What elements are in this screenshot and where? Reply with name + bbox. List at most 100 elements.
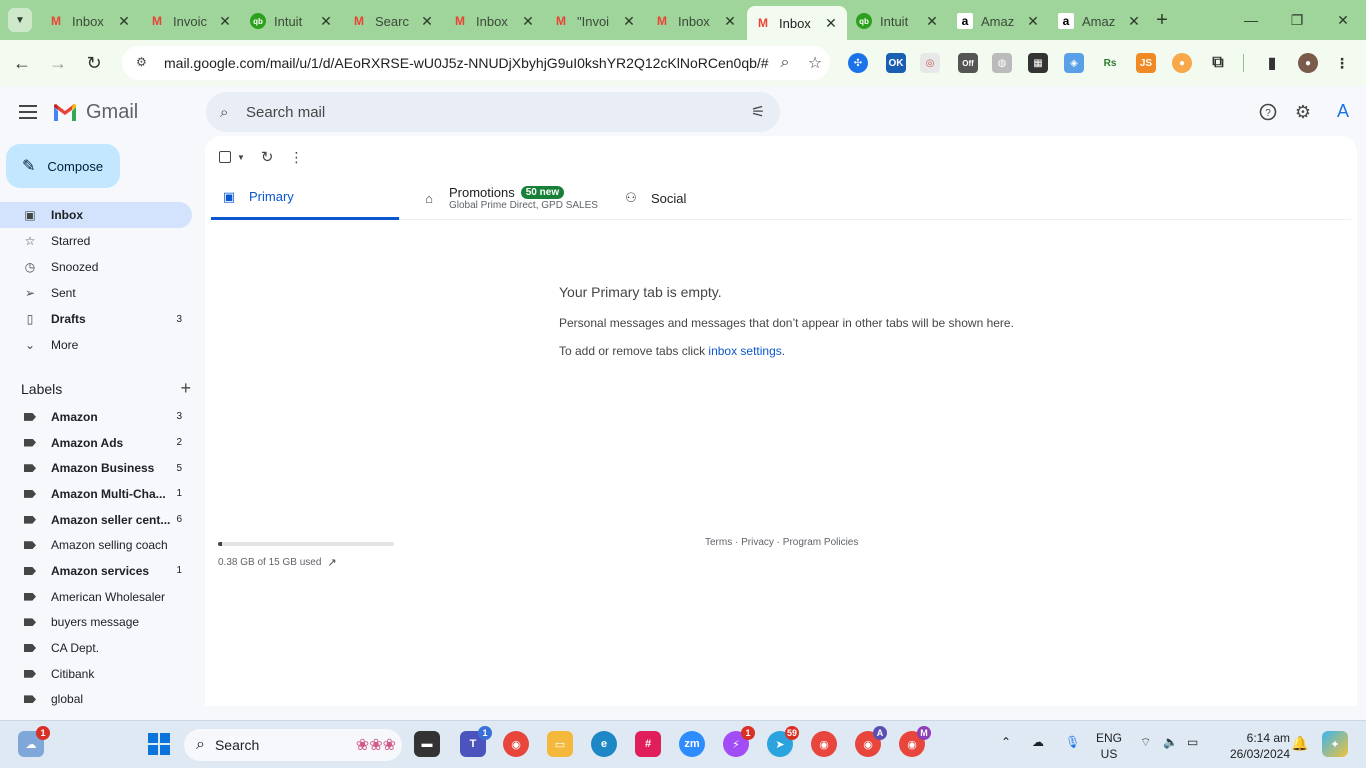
close-tab-icon[interactable]: ✕ [924, 13, 940, 30]
onedrive-icon[interactable]: ☁ [1032, 735, 1044, 749]
star-icon[interactable]: ☆ [800, 53, 830, 73]
clock[interactable]: 6:14 am 26/03/2024 [1216, 730, 1290, 762]
tab-primary[interactable]: ▣ Primary [211, 176, 399, 220]
label-item[interactable]: global [0, 687, 192, 713]
close-window-button[interactable]: ✕ [1320, 6, 1366, 34]
main-menu-icon[interactable] [16, 100, 40, 124]
close-tab-icon[interactable]: ✕ [722, 13, 738, 30]
site-info-icon[interactable]: ⚙ [136, 55, 152, 71]
copilot-icon[interactable]: ✦ [1322, 731, 1348, 757]
create-label-icon[interactable]: + [180, 378, 191, 399]
compose-button[interactable]: ✎ Compose [6, 144, 120, 188]
side-panel-icon[interactable]: ▮ [1262, 53, 1282, 73]
messenger-icon[interactable]: ⚡ 1 [723, 726, 755, 757]
tray-overflow-icon[interactable]: ⌃ [1001, 735, 1011, 749]
nav-item-sent[interactable]: ➢ Sent [0, 280, 192, 306]
browser-tab[interactable]: qb Intuit ✕ [848, 6, 948, 36]
label-item[interactable]: Amazon Business 5 [0, 455, 192, 481]
search-bar[interactable]: ⌕ ⚟ [206, 92, 780, 132]
extension-icon-1[interactable]: ✣ [848, 53, 868, 73]
start-button[interactable] [146, 731, 172, 757]
tab-search-button[interactable]: ▼ [8, 8, 32, 32]
search-options-icon[interactable]: ⚟ [736, 102, 780, 122]
extension-icon-3[interactable]: ◎ [920, 53, 940, 73]
open-external-icon[interactable]: ↗ [327, 556, 336, 569]
close-tab-icon[interactable]: ✕ [621, 13, 637, 30]
browser-tab[interactable]: M Searc ✕ [343, 6, 443, 36]
label-item[interactable]: Amazon Multi-Cha... 1 [0, 481, 192, 507]
chrome-profile-m-icon[interactable]: ◉ M [899, 726, 931, 757]
browser-tab[interactable]: M Inbox ✕ [40, 6, 140, 36]
file-explorer-icon[interactable]: ▭ [547, 731, 573, 757]
puzzle-icon[interactable]: ⧉ [1208, 53, 1228, 73]
browser-tab[interactable]: M Inbox ✕ [646, 6, 746, 36]
browser-tab[interactable]: M Invoic ✕ [141, 6, 241, 36]
close-tab-icon[interactable]: ✕ [217, 13, 233, 30]
close-tab-icon[interactable]: ✕ [318, 13, 334, 30]
forward-button[interactable]: → [44, 49, 72, 77]
browser-tab[interactable]: M Inbox ✕ [444, 6, 544, 36]
address-bar[interactable]: ⚙ mail.google.com/mail/u/1/d/AEoRXRSE-wU… [122, 46, 830, 80]
chrome-profile-a-icon[interactable]: ◉ A [855, 726, 887, 757]
edge-icon[interactable]: e [591, 731, 617, 757]
profile-avatar[interactable]: ● [1298, 53, 1318, 73]
extension-icon-7[interactable]: ◈ [1064, 53, 1084, 73]
teams-icon[interactable]: T1 [460, 726, 492, 757]
battery-icon[interactable]: ▭ [1187, 735, 1198, 749]
nav-item-drafts[interactable]: ▯ Drafts 3 [0, 306, 192, 332]
kebab-menu-icon[interactable]: ⋮ [1332, 53, 1352, 73]
language-indicator[interactable]: ENG US [1092, 730, 1126, 762]
caret-down-icon[interactable]: ▼ [237, 153, 245, 162]
more-options-icon[interactable]: ⋮ [290, 149, 304, 166]
inbox-settings-link[interactable]: inbox settings [708, 344, 781, 358]
microphone-icon[interactable]: 🎙 [1065, 735, 1080, 749]
label-item[interactable]: Amazon seller cent... 6 [0, 507, 192, 533]
close-tab-icon[interactable]: ✕ [419, 13, 435, 30]
extension-off-icon[interactable]: Off [958, 53, 978, 73]
extension-js-icon[interactable]: JS [1136, 53, 1156, 73]
select-all-checkbox[interactable] [219, 151, 231, 163]
qr-icon[interactable]: ▦ [1028, 53, 1048, 73]
label-item[interactable]: Amazon services 1 [0, 558, 192, 584]
url-text[interactable]: mail.google.com/mail/u/1/d/AEoRXRSE-wU0J… [164, 55, 770, 71]
close-tab-icon[interactable]: ✕ [823, 15, 839, 32]
nav-item-inbox[interactable]: ▣ Inbox [0, 202, 192, 228]
label-item[interactable]: Amazon 3 [0, 404, 192, 430]
label-item[interactable]: Amazon selling coach [0, 532, 192, 558]
label-item[interactable]: Amazon Ads 2 [0, 430, 192, 456]
restore-button[interactable]: ❐ [1274, 6, 1320, 34]
refresh-icon[interactable]: ↻ [261, 148, 274, 166]
chrome-icon[interactable]: ◉ [503, 731, 529, 757]
footer-links[interactable]: Terms · Privacy · Program Policies [705, 537, 858, 548]
close-tab-icon[interactable]: ✕ [1025, 13, 1041, 30]
label-item[interactable]: CA Dept. [0, 635, 192, 661]
tab-promotions[interactable]: ⌂ Promotions 50 new Global Prime Direct,… [421, 176, 621, 220]
label-item[interactable]: Citibank [0, 661, 192, 687]
label-item[interactable]: American Wholesaler [0, 584, 192, 610]
label-item[interactable]: buyers message [0, 610, 192, 636]
close-tab-icon[interactable]: ✕ [520, 13, 536, 30]
close-tab-icon[interactable]: ✕ [116, 13, 132, 30]
minimize-button[interactable]: — [1228, 6, 1274, 34]
taskbar-search[interactable]: ⌕ Search ❀❀❀ [184, 729, 402, 761]
widgets-icon[interactable]: ☁ 1 [18, 726, 50, 757]
tab-social[interactable]: ⚇ Social [623, 176, 783, 220]
extension-rs-icon[interactable]: Rs [1100, 53, 1120, 73]
account-avatar[interactable]: A [1330, 98, 1356, 124]
settings-gear-icon[interactable]: ⚙ [1293, 102, 1313, 122]
select-dropdown[interactable]: ▼ [219, 151, 245, 163]
volume-icon[interactable]: 🔈 [1163, 735, 1178, 749]
browser-tab[interactable]: a Amaz ✕ [1050, 6, 1150, 36]
browser-tab[interactable]: qb Intuit ✕ [242, 6, 342, 36]
new-tab-button[interactable]: + [1150, 8, 1174, 32]
extension-ok-icon[interactable]: OK [886, 53, 906, 73]
back-button[interactable]: ← [8, 49, 36, 77]
wifi-icon[interactable]: ⌔ [1140, 735, 1151, 750]
browser-tab[interactable]: a Amaz ✕ [949, 6, 1049, 36]
nav-item-snoozed[interactable]: ◷ Snoozed [0, 254, 192, 280]
search-icon[interactable]: ⌕ [770, 54, 800, 72]
zoom-icon[interactable]: zm [679, 731, 705, 757]
extension-icon-10[interactable]: ● [1172, 53, 1192, 73]
browser-tab[interactable]: M Inbox ✕ [747, 6, 847, 40]
gmail-logo[interactable]: Gmail [52, 101, 138, 124]
